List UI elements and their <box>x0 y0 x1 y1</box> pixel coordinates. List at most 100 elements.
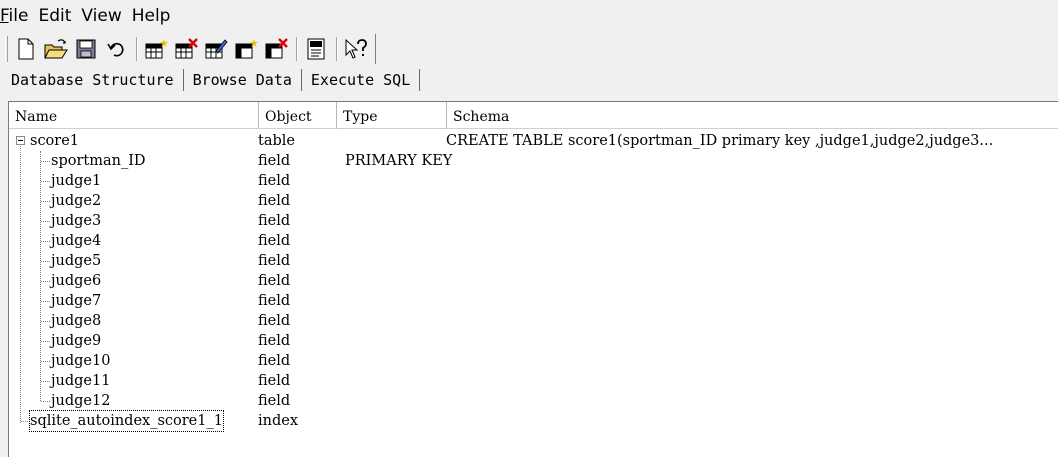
new-database-icon <box>18 38 33 60</box>
tree-item-name: judge1 <box>51 173 102 189</box>
open-database-button[interactable] <box>42 36 69 63</box>
tree-row-index[interactable]: sqlite_autoindex_score1_1 index <box>9 410 1058 432</box>
tree-row-field[interactable]: judge2 field <box>9 191 1058 211</box>
toolbar-separator <box>296 37 298 61</box>
column-header-type[interactable]: Type <box>337 102 447 129</box>
tree-item-object: field <box>258 173 291 189</box>
column-header-schema[interactable]: Schema <box>447 102 1058 129</box>
tree-item-name: judge2 <box>51 193 102 209</box>
tree-row-field[interactable]: judge6 field <box>9 271 1058 291</box>
tree-row-field[interactable]: judge7 field <box>9 291 1058 311</box>
tree-item-name: sqlite_autoindex_score1_1 <box>29 410 224 432</box>
collapse-toggle-icon[interactable] <box>16 136 25 145</box>
modify-table-icon <box>205 39 228 59</box>
tree-item-name: judge8 <box>51 313 102 329</box>
menu-file[interactable]: File <box>0 0 32 32</box>
tree-item-object: field <box>258 153 291 169</box>
toolbar-separator <box>336 37 338 61</box>
tree-item-object: field <box>258 333 291 349</box>
tree-connector <box>41 221 50 222</box>
tab-database-structure[interactable]: Database Structure <box>0 68 184 91</box>
tree-item-object: field <box>258 273 291 289</box>
toolbar <box>0 33 1058 65</box>
tree-connector <box>41 401 50 402</box>
tree-item-name: score1 <box>30 133 80 149</box>
tree-item-name: judge7 <box>51 293 102 309</box>
undo-icon <box>106 42 124 57</box>
save-icon <box>76 39 95 59</box>
menu-edit[interactable]: Edit <box>34 0 75 32</box>
tree-row-field[interactable]: judge3 field <box>9 211 1058 231</box>
tree-item-object: field <box>258 393 291 409</box>
create-index-button[interactable] <box>232 36 259 63</box>
tree-item-name: judge11 <box>51 373 111 389</box>
tree-item-object: field <box>258 293 291 309</box>
tree-item-name: judge4 <box>51 233 102 249</box>
delete-table-button[interactable] <box>172 36 199 63</box>
column-header-object[interactable]: Object <box>259 102 337 129</box>
tree-row-field[interactable]: judge11 field <box>9 371 1058 391</box>
tree-item-object: field <box>258 213 291 229</box>
tree-connector <box>41 361 50 362</box>
tab-bar: Database Structure Browse Data Execute S… <box>0 66 1058 93</box>
new-database-button[interactable] <box>12 36 39 63</box>
column-header-name[interactable]: Name <box>9 102 259 129</box>
menu-view[interactable]: View <box>77 0 125 32</box>
tree-item-type: PRIMARY KEY <box>345 153 453 169</box>
tree-item-object: field <box>258 253 291 269</box>
menu-bar: File Edit View Help <box>0 0 1058 32</box>
tree-row-field[interactable]: judge9 field <box>9 331 1058 351</box>
toolbar-separator <box>136 37 138 61</box>
save-button[interactable] <box>72 36 99 63</box>
column-header: Name Object Type Schema <box>9 102 1058 129</box>
tree-item-object: field <box>258 353 291 369</box>
tree-item-object: index <box>258 413 299 429</box>
tree-connector <box>41 341 50 342</box>
whats-this-button[interactable] <box>342 36 369 63</box>
undo-button[interactable] <box>102 36 129 63</box>
tree-row-field[interactable]: judge12 field <box>9 391 1058 411</box>
delete-index-icon <box>265 38 288 59</box>
tree-row-field[interactable]: judge1 field <box>9 171 1058 191</box>
whats-this-help-icon <box>345 38 367 59</box>
tree-item-name: judge12 <box>51 393 111 409</box>
structure-tree-view[interactable]: Name Object Type Schema score1 table CRE… <box>8 101 1058 457</box>
tree-connector <box>41 241 50 242</box>
tree-connector <box>41 281 50 282</box>
sql-log-icon <box>307 38 324 60</box>
tree-connector <box>41 381 50 382</box>
tree-row-table[interactable]: score1 table CREATE TABLE score1(sportma… <box>9 131 1058 151</box>
tree-row-field[interactable]: judge4 field <box>9 231 1058 251</box>
tree-item-object: table <box>258 133 295 149</box>
tree-connector <box>21 421 30 422</box>
open-database-icon <box>43 39 68 59</box>
delete-index-button[interactable] <box>262 36 289 63</box>
tree-item-object: field <box>258 233 291 249</box>
sql-log-button[interactable] <box>302 36 329 63</box>
toolbar-grip[interactable] <box>5 36 8 62</box>
tree-item-name: judge6 <box>51 273 102 289</box>
tree-item-schema: CREATE TABLE score1(sportman_ID primary … <box>446 133 994 149</box>
tree-item-object: field <box>258 193 291 209</box>
tree-item-name: judge3 <box>51 213 102 229</box>
menu-help[interactable]: Help <box>128 0 175 32</box>
create-table-button[interactable] <box>142 36 169 63</box>
tab-execute-sql[interactable]: Execute SQL <box>302 68 421 91</box>
tree-item-name: judge10 <box>51 353 111 369</box>
tree-connector <box>41 201 50 202</box>
modify-table-button[interactable] <box>202 36 229 63</box>
tree-item-object: field <box>258 313 291 329</box>
tree-item-object: field <box>258 373 291 389</box>
tree-connector <box>41 321 50 322</box>
create-index-icon <box>235 39 258 59</box>
delete-table-icon <box>175 38 198 59</box>
create-table-icon <box>145 39 168 59</box>
tree-row-field[interactable]: judge10 field <box>9 351 1058 371</box>
tree-row-field[interactable]: judge8 field <box>9 311 1058 331</box>
tree-item-name: judge9 <box>51 333 102 349</box>
toolbar-end-divider <box>375 34 376 64</box>
tab-browse-data[interactable]: Browse Data <box>184 68 302 91</box>
tree-item-name: judge5 <box>51 253 102 269</box>
tree-row-field[interactable]: judge5 field <box>9 251 1058 271</box>
tree-row-field[interactable]: sportman_ID field PRIMARY KEY <box>9 151 1058 171</box>
